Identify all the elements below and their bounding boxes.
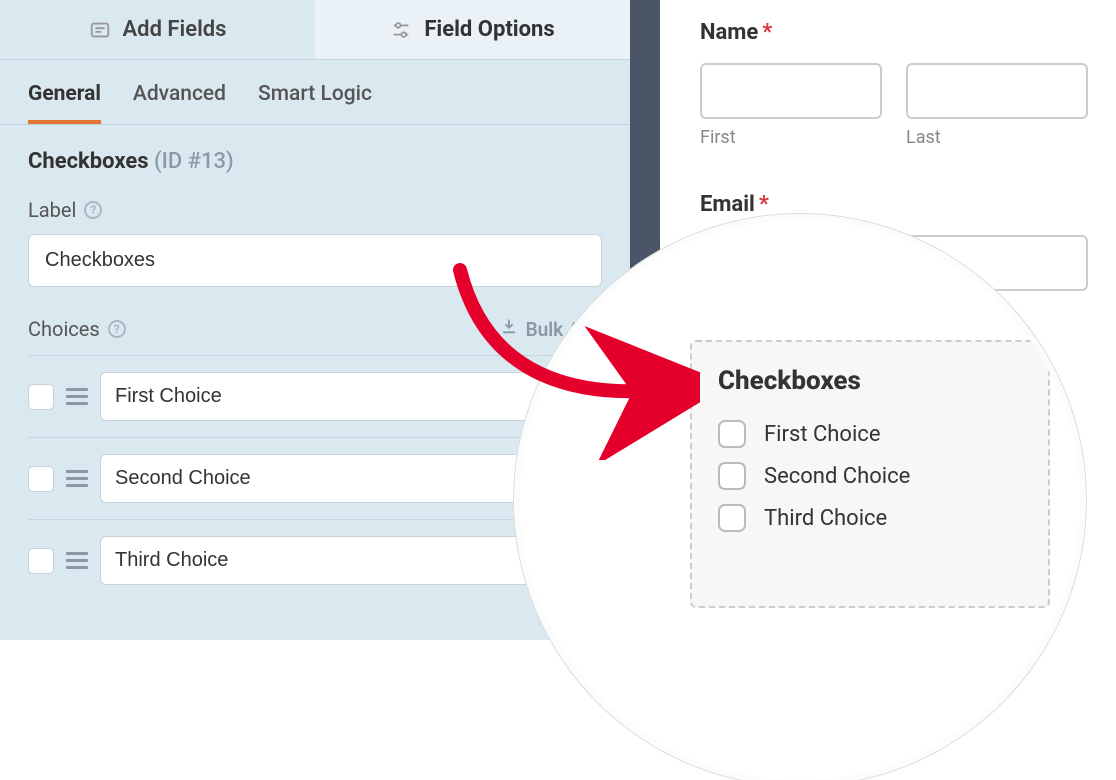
tab-add-fields[interactable]: Add Fields [0, 0, 315, 59]
tab-field-options[interactable]: Field Options [315, 0, 630, 59]
field-type-name: Checkboxes [28, 149, 149, 174]
checkbox-icon [718, 462, 746, 490]
sliders-icon [390, 19, 412, 41]
drag-handle-icon[interactable] [66, 552, 88, 569]
field-id: (ID #13) [154, 149, 234, 174]
tab-add-fields-label: Add Fields [123, 17, 227, 42]
choice-default-checkbox[interactable] [28, 548, 54, 574]
label-row: Label ? [28, 198, 602, 222]
last-name-input[interactable] [906, 63, 1088, 119]
checkbox-option[interactable]: First Choice [718, 420, 1022, 448]
required-asterisk: * [759, 192, 769, 217]
choice-input[interactable] [100, 372, 566, 421]
download-icon [500, 318, 518, 341]
choice-row: + [28, 519, 602, 601]
checkboxes-title: Checkboxes [718, 366, 1022, 396]
choices-label: Choices [28, 317, 100, 341]
choice-row: + [28, 437, 602, 519]
label-input[interactable] [28, 234, 602, 287]
checkbox-icon [718, 420, 746, 448]
last-sublabel: Last [906, 127, 1088, 148]
required-asterisk: * [762, 20, 772, 45]
choice-input[interactable] [100, 454, 566, 503]
subtab-advanced[interactable]: Advanced [133, 82, 226, 124]
checkboxes-field-preview[interactable]: Checkboxes First Choice Second Choice Th… [690, 340, 1050, 608]
choice-default-checkbox[interactable] [28, 384, 54, 410]
label-text: Label [28, 198, 76, 222]
help-icon[interactable]: ? [84, 201, 102, 219]
choice-default-checkbox[interactable] [28, 466, 54, 492]
subtab-smart-logic[interactable]: Smart Logic [258, 82, 372, 124]
name-field-label: Name* [700, 20, 1088, 45]
checkbox-option[interactable]: Second Choice [718, 462, 1022, 490]
subtab-general[interactable]: General [28, 82, 101, 124]
checkbox-icon [718, 504, 746, 532]
magnifier-overlay: Checkboxes First Choice Second Choice Th… [520, 220, 1080, 780]
tab-field-options-label: Field Options [424, 17, 554, 42]
email-field-label: Email* [700, 192, 1088, 217]
drag-handle-icon[interactable] [66, 388, 88, 405]
subtabs: General Advanced Smart Logic [0, 60, 630, 125]
checkbox-option[interactable]: Third Choice [718, 504, 1022, 532]
top-tabs: Add Fields Field Options [0, 0, 630, 60]
field-title-row: Checkboxes (ID #13) [28, 149, 602, 174]
form-icon [89, 19, 111, 41]
choice-input[interactable] [100, 536, 566, 585]
choices-header: Choices ? Bulk Add [28, 317, 602, 341]
first-name-input[interactable] [700, 63, 882, 119]
help-icon[interactable]: ? [108, 320, 126, 338]
choice-row: + [28, 355, 602, 437]
first-sublabel: First [700, 127, 882, 148]
drag-handle-icon[interactable] [66, 470, 88, 487]
